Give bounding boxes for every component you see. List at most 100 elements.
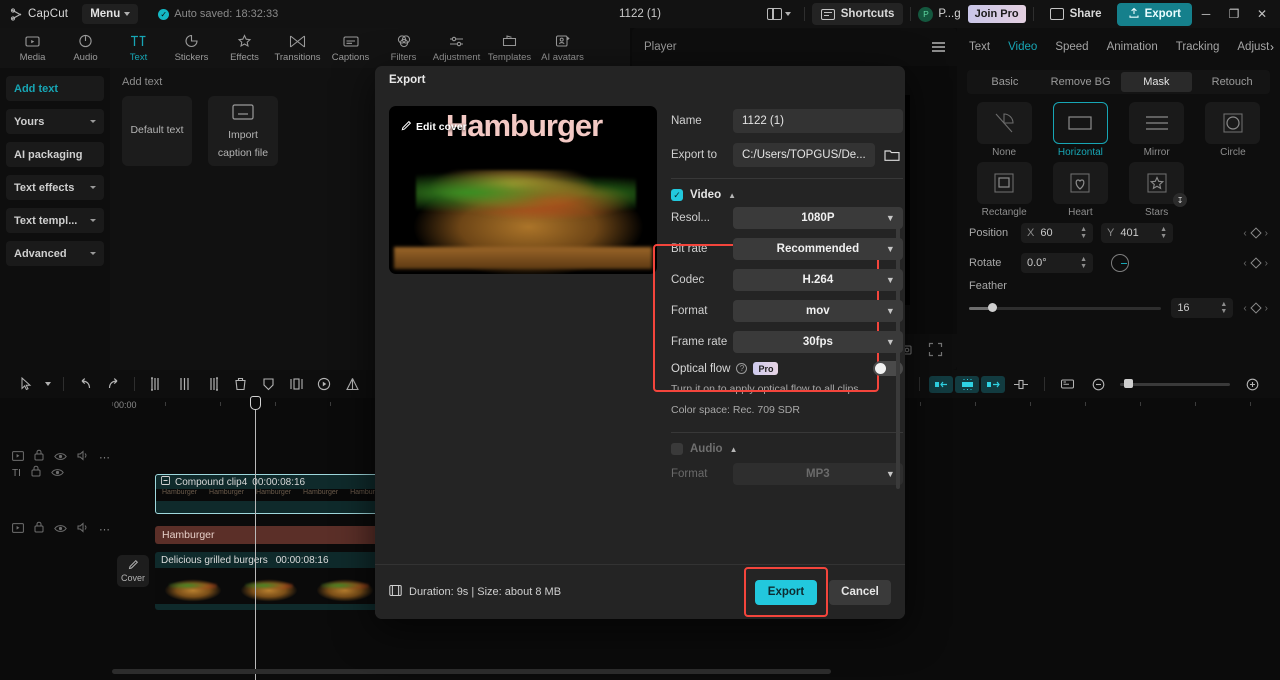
nav-tab-media[interactable]: Media bbox=[6, 29, 59, 67]
sidebar-item-add-text[interactable]: Add text bbox=[6, 76, 104, 101]
close-button[interactable]: ✕ bbox=[1248, 0, 1276, 28]
mask-option-stars[interactable]: ↧ Stars bbox=[1122, 162, 1192, 218]
adjust-clip-icon[interactable] bbox=[1007, 372, 1035, 396]
subtab-retouch[interactable]: Retouch bbox=[1196, 72, 1268, 92]
select-tool-dropdown-icon[interactable] bbox=[40, 372, 56, 396]
sidebar-item-advanced[interactable]: Advanced bbox=[6, 241, 104, 266]
dialog-export-button[interactable]: Export bbox=[755, 579, 817, 605]
zoom-out-icon[interactable] bbox=[1084, 372, 1112, 396]
playhead[interactable] bbox=[250, 396, 261, 680]
codec-select[interactable]: H.264 ▼ bbox=[733, 269, 903, 291]
bitrate-select[interactable]: Recommended ▼ bbox=[733, 238, 903, 260]
tab-adjust[interactable]: Adjust bbox=[1237, 41, 1269, 53]
slider-knob[interactable] bbox=[1124, 379, 1133, 388]
nav-tab-stickers[interactable]: Stickers bbox=[165, 29, 218, 67]
format-select[interactable]: mov ▼ bbox=[733, 300, 903, 322]
edit-cover-button[interactable]: Edit cover bbox=[401, 120, 467, 134]
fullscreen-icon[interactable] bbox=[928, 342, 943, 362]
subtab-mask[interactable]: Mask bbox=[1120, 72, 1193, 92]
export-button-titlebar[interactable]: Export bbox=[1116, 2, 1192, 26]
stepper-icon[interactable]: ▲ ▼ bbox=[1080, 256, 1087, 270]
auto-fill-icon[interactable] bbox=[955, 375, 979, 393]
tab-animation[interactable]: Animation bbox=[1107, 41, 1158, 53]
stepper-icon[interactable]: ▲ ▼ bbox=[1160, 226, 1167, 240]
lock-icon[interactable] bbox=[31, 464, 41, 482]
rotate-keyframe-control[interactable]: ‹ › bbox=[1243, 257, 1268, 269]
tabs-scroll-right-icon[interactable]: › bbox=[1270, 40, 1274, 54]
zoom-in-icon[interactable] bbox=[1238, 372, 1266, 396]
auto-cut-left-icon[interactable] bbox=[929, 375, 953, 393]
mirror-tool-icon[interactable] bbox=[282, 372, 310, 396]
join-pro-button[interactable]: Join Pro bbox=[967, 5, 1026, 23]
crop-tool-icon[interactable] bbox=[254, 372, 282, 396]
share-button[interactable]: Share bbox=[1041, 3, 1111, 25]
nav-tab-filters[interactable]: Filters bbox=[377, 29, 430, 67]
position-x-field[interactable]: X 60 ▲ ▼ bbox=[1021, 223, 1093, 243]
split-icon[interactable] bbox=[170, 372, 198, 396]
nav-tab-templates[interactable]: Templates bbox=[483, 29, 536, 67]
mask-option-circle[interactable]: Circle bbox=[1198, 102, 1268, 158]
volume-icon[interactable] bbox=[77, 448, 89, 466]
subtab-basic[interactable]: Basic bbox=[969, 72, 1041, 92]
nav-tab-ai-avatars[interactable]: AI avatars bbox=[536, 29, 589, 67]
redo-icon[interactable] bbox=[99, 372, 127, 396]
resolution-select[interactable]: 1080P ▼ bbox=[733, 207, 903, 229]
nav-tab-adjustment[interactable]: Adjustment bbox=[430, 29, 483, 67]
browse-folder-icon[interactable] bbox=[881, 144, 903, 166]
sidebar-item-text-templates[interactable]: Text templ... bbox=[6, 208, 104, 233]
nav-tab-audio[interactable]: Audio bbox=[59, 29, 112, 67]
tab-speed[interactable]: Speed bbox=[1055, 41, 1088, 53]
eye-icon[interactable] bbox=[54, 520, 67, 538]
more-options-icon[interactable]: ⋯ bbox=[99, 451, 111, 464]
more-options-icon[interactable]: ⋯ bbox=[99, 523, 111, 536]
mask-option-horizontal[interactable]: Horizontal bbox=[1045, 102, 1115, 158]
shortcuts-button[interactable]: Shortcuts bbox=[811, 3, 904, 25]
import-caption-file-card[interactable]: Import caption file bbox=[208, 96, 278, 166]
lock-icon[interactable] bbox=[34, 520, 44, 538]
feather-keyframe-control[interactable]: ‹ › bbox=[1243, 302, 1268, 314]
delete-icon[interactable] bbox=[226, 372, 254, 396]
timeline-zoom-slider[interactable] bbox=[1120, 379, 1230, 388]
keyframe-view-icon[interactable] bbox=[1054, 372, 1082, 396]
split-right-icon[interactable] bbox=[198, 372, 226, 396]
export-to-input[interactable]: C:/Users/TOPGUS/De... bbox=[733, 143, 875, 167]
rotate-field[interactable]: 0.0° ▲ ▼ bbox=[1021, 253, 1093, 273]
minimize-button[interactable]: ─ bbox=[1192, 0, 1220, 28]
menu-button[interactable]: Menu bbox=[82, 4, 139, 24]
auto-cut-right-icon[interactable] bbox=[981, 375, 1005, 393]
rotate-dial[interactable] bbox=[1111, 254, 1129, 272]
undo-icon[interactable] bbox=[71, 372, 99, 396]
subtab-remove-bg[interactable]: Remove BG bbox=[1045, 72, 1117, 92]
layout-button[interactable] bbox=[761, 3, 797, 25]
sidebar-item-ai-packaging[interactable]: AI packaging bbox=[6, 142, 104, 167]
sidebar-item-yours[interactable]: Yours bbox=[6, 109, 104, 134]
stepper-icon[interactable]: ▲ ▼ bbox=[1220, 301, 1227, 315]
help-icon[interactable]: ? bbox=[736, 363, 748, 374]
freeze-icon[interactable] bbox=[310, 372, 338, 396]
eye-icon[interactable] bbox=[51, 464, 64, 482]
video-section-header[interactable]: ✓ Video ▲ bbox=[671, 189, 903, 201]
position-keyframe-control[interactable]: ‹ › bbox=[1243, 227, 1268, 239]
slider-knob[interactable] bbox=[988, 303, 998, 312]
position-y-field[interactable]: Y 401 ▲ ▼ bbox=[1101, 223, 1173, 243]
feather-value-field[interactable]: 16 ▲ ▼ bbox=[1171, 298, 1234, 318]
nav-tab-text[interactable]: Text bbox=[112, 29, 165, 67]
audio-section-header[interactable]: Audio ▲ bbox=[671, 443, 903, 455]
scrollbar-thumb[interactable] bbox=[112, 669, 832, 674]
nav-tab-captions[interactable]: Captions bbox=[324, 29, 377, 67]
maximize-button[interactable]: ❐ bbox=[1220, 0, 1248, 28]
cover-button[interactable]: Cover bbox=[117, 555, 149, 587]
nav-tab-effects[interactable]: Effects bbox=[218, 29, 271, 67]
mask-option-mirror[interactable]: Mirror bbox=[1122, 102, 1192, 158]
mask-option-rectangle[interactable]: Rectangle bbox=[969, 162, 1039, 218]
volume-icon[interactable] bbox=[77, 520, 89, 538]
tab-text[interactable]: Text bbox=[969, 41, 990, 53]
default-text-card[interactable]: Default text bbox=[122, 96, 192, 166]
select-tool-icon[interactable] bbox=[12, 372, 40, 396]
name-input[interactable]: 1122 (1) bbox=[733, 109, 903, 133]
dialog-scrollbar[interactable] bbox=[896, 214, 900, 489]
audio-format-select[interactable]: MP3 ▼ bbox=[733, 463, 903, 485]
playhead-handle[interactable] bbox=[250, 396, 261, 410]
audio-checkbox[interactable] bbox=[671, 443, 683, 455]
reverse-icon[interactable] bbox=[338, 372, 366, 396]
